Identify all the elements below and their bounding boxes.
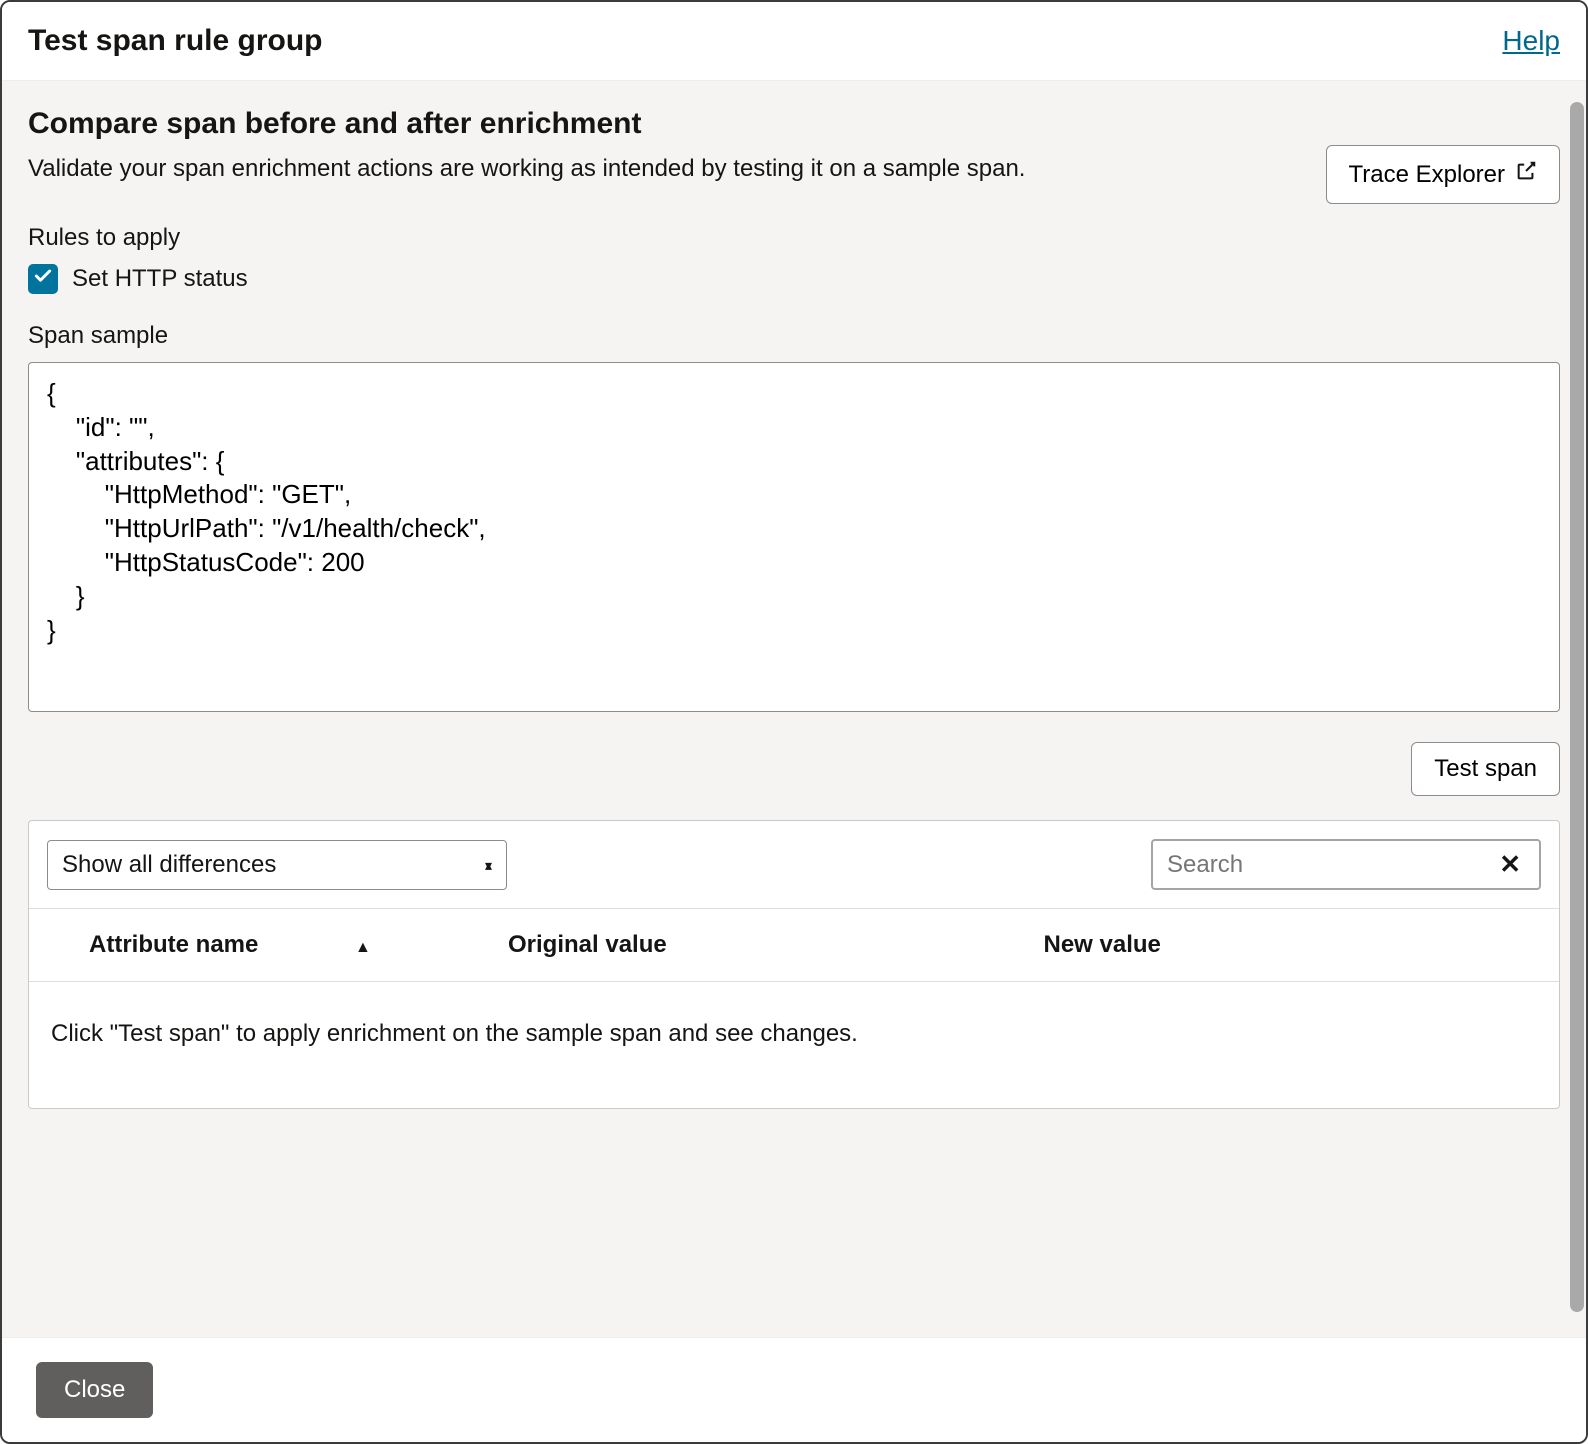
rule-row: Set HTTP status	[28, 264, 1560, 294]
dialog-title: Test span rule group	[28, 24, 322, 58]
search-field-wrap: ✕	[1151, 839, 1541, 890]
scrollbar[interactable]	[1570, 102, 1584, 1312]
dialog-footer: Close	[2, 1337, 1586, 1442]
placeholder-text: Click "Test span" to apply enrichment on…	[29, 982, 1559, 1109]
filter-select[interactable]: Show all differences ▴▾	[47, 840, 507, 890]
test-span-row: Test span	[28, 742, 1560, 796]
rule-label: Set HTTP status	[72, 265, 248, 293]
close-button[interactable]: Close	[36, 1362, 153, 1418]
span-sample-textarea[interactable]	[28, 362, 1560, 712]
compare-header: Compare span before and after enrichment…	[28, 107, 1560, 204]
span-sample-label: Span sample	[28, 322, 1560, 350]
rule-checkbox[interactable]	[28, 264, 58, 294]
dialog: Test span rule group Help Compare span b…	[0, 0, 1588, 1444]
column-attribute-name[interactable]: Attribute name ▲	[29, 909, 488, 982]
rules-section-label: Rules to apply	[28, 224, 1560, 252]
placeholder-row: Click "Test span" to apply enrichment on…	[29, 982, 1559, 1109]
results-panel: Show all differences ▴▾ ✕ Attribute name…	[28, 820, 1560, 1109]
compare-description: Validate your span enrichment actions ar…	[28, 155, 1025, 183]
results-table: Attribute name ▲ Original value New valu…	[29, 908, 1559, 1108]
external-link-icon	[1515, 160, 1537, 189]
check-icon	[33, 266, 53, 292]
clear-search-icon[interactable]: ✕	[1495, 849, 1525, 880]
column-original-value[interactable]: Original value	[488, 909, 1024, 982]
content-area: Compare span before and after enrichment…	[2, 81, 1586, 1337]
results-toolbar: Show all differences ▴▾ ✕	[29, 821, 1559, 908]
column-attribute-name-label: Attribute name	[89, 931, 258, 958]
search-input[interactable]	[1167, 851, 1495, 879]
help-link[interactable]: Help	[1502, 25, 1560, 57]
test-span-button[interactable]: Test span	[1411, 742, 1560, 796]
filter-selected-value: Show all differences	[62, 851, 276, 879]
trace-explorer-label: Trace Explorer	[1349, 161, 1506, 189]
compare-title: Compare span before and after enrichment	[28, 107, 1025, 141]
titlebar: Test span rule group Help	[2, 2, 1586, 81]
column-new-value[interactable]: New value	[1024, 909, 1560, 982]
trace-explorer-button[interactable]: Trace Explorer	[1326, 145, 1561, 204]
compare-header-text: Compare span before and after enrichment…	[28, 107, 1025, 183]
sort-asc-icon: ▲	[355, 939, 371, 956]
